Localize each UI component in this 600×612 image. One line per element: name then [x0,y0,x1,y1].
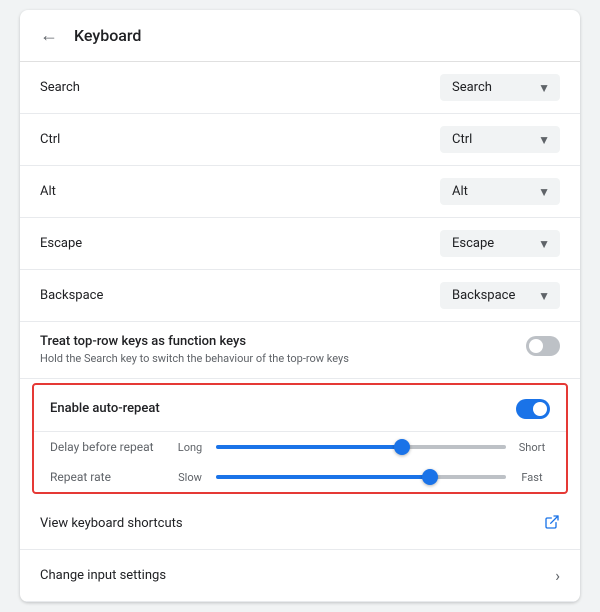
chevron-right-icon: › [555,566,560,585]
ctrl-dropdown-value: Ctrl [452,132,472,147]
delay-slider-container: Long Short [172,441,550,454]
auto-repeat-header: Enable auto-repeat [34,385,566,432]
keyboard-shortcuts-row[interactable]: View keyboard shortcuts [20,498,580,550]
function-keys-slider [526,336,560,356]
rate-slow-label: Slow [172,471,208,484]
ctrl-dropdown-arrow: ▼ [538,133,550,147]
rate-fast-label: Fast [514,471,550,484]
rate-track: Slow Fast [172,471,550,484]
search-label: Search [40,80,80,95]
delay-short-label: Short [514,441,550,454]
delay-label: Delay before repeat [50,440,160,454]
ctrl-dropdown[interactable]: Ctrl ▼ [440,126,560,153]
settings-header: ← Keyboard [20,10,580,62]
auto-repeat-slider [516,399,550,419]
keyboard-settings-card: ← Keyboard Search Search ▼ Ctrl Ctrl ▼ A… [20,10,580,602]
escape-dropdown[interactable]: Escape ▼ [440,230,560,257]
function-keys-text: Treat top-row keys as function keys Hold… [40,334,514,366]
escape-setting-row: Escape Escape ▼ [20,218,580,270]
rate-label: Repeat rate [50,470,160,484]
backspace-label: Backspace [40,288,103,303]
alt-label: Alt [40,184,56,199]
alt-dropdown-value: Alt [452,184,468,199]
search-dropdown[interactable]: Search ▼ [440,74,560,101]
search-dropdown-arrow: ▼ [538,81,550,95]
delay-long-label: Long [172,441,208,454]
auto-repeat-section: Enable auto-repeat Delay before repeat L… [32,383,568,494]
alt-setting-row: Alt Alt ▼ [20,166,580,218]
page-title: Keyboard [74,26,141,45]
search-setting-row: Search Search ▼ [20,62,580,114]
rate-slider-container: Slow Fast [172,471,550,484]
escape-dropdown-arrow: ▼ [538,237,550,251]
function-keys-title: Treat top-row keys as function keys [40,334,514,349]
alt-dropdown-arrow: ▼ [538,185,550,199]
function-keys-toggle[interactable] [526,336,560,356]
keyboard-shortcuts-label: View keyboard shortcuts [40,516,183,531]
escape-label: Escape [40,236,82,251]
repeat-rate-row: Repeat rate Slow Fast [34,462,566,492]
delay-repeat-row: Delay before repeat Long Short [34,432,566,462]
backspace-setting-row: Backspace Backspace ▼ [20,270,580,322]
ctrl-setting-row: Ctrl Ctrl ▼ [20,114,580,166]
search-dropdown-value: Search [452,80,492,95]
input-settings-row[interactable]: Change input settings › [20,550,580,602]
backspace-dropdown[interactable]: Backspace ▼ [440,282,560,309]
back-button[interactable]: ← [40,27,58,45]
function-keys-subtitle: Hold the Search key to switch the behavi… [40,351,514,366]
auto-repeat-label: Enable auto-repeat [50,401,160,416]
ctrl-label: Ctrl [40,132,60,147]
delay-slider[interactable] [216,445,506,449]
external-link-icon [544,514,560,534]
input-settings-label: Change input settings [40,568,166,583]
auto-repeat-toggle[interactable] [516,399,550,419]
backspace-dropdown-arrow: ▼ [538,289,550,303]
backspace-dropdown-value: Backspace [452,288,515,303]
escape-dropdown-value: Escape [452,236,494,251]
delay-track: Long Short [172,441,550,454]
alt-dropdown[interactable]: Alt ▼ [440,178,560,205]
function-keys-row: Treat top-row keys as function keys Hold… [20,322,580,379]
rate-slider[interactable] [216,475,506,479]
